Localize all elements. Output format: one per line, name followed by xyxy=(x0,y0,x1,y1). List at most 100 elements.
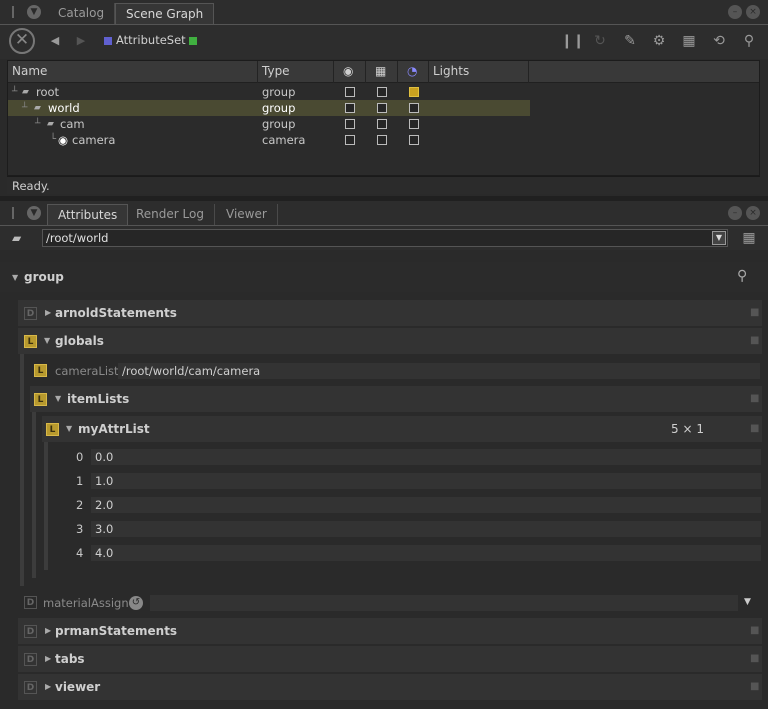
item-value-field[interactable]: 4.0 xyxy=(91,545,761,561)
panel-menu-icon[interactable]: ▼ xyxy=(27,5,41,19)
item-index: 0 xyxy=(76,450,84,464)
group-section[interactable]: ▼ group ⚲ xyxy=(0,262,768,292)
clapper-icon[interactable]: ▦ xyxy=(680,33,698,49)
lock-icon[interactable]: ■ xyxy=(750,654,760,664)
lock-icon[interactable]: ■ xyxy=(750,308,760,318)
visibility-checkbox[interactable] xyxy=(345,87,355,97)
lock-icon[interactable]: ■ xyxy=(750,394,760,404)
chevron-down-icon[interactable]: ▼ xyxy=(66,416,72,442)
section-globals[interactable]: L ▼ globals ■ xyxy=(18,328,762,354)
default-badge: D xyxy=(24,653,37,666)
attribute-set-label[interactable]: AttributeSet xyxy=(116,33,186,47)
render-checkbox[interactable] xyxy=(377,87,387,97)
light-checkbox[interactable] xyxy=(409,87,419,97)
column-light[interactable]: ◔ xyxy=(398,61,429,83)
tab-attributes[interactable]: Attributes xyxy=(47,204,129,225)
pause-icon[interactable]: ❙❙ xyxy=(561,33,584,49)
stop-icon[interactable]: ✕ xyxy=(9,28,35,54)
table-row[interactable]: └ ◉ camera camera xyxy=(8,132,530,148)
table-row[interactable]: ┴ ▰ root group xyxy=(8,84,530,100)
scene-graph-table: Name Type ◉ ▦ ◔ Lights ┴ ▰ root group ┴ … xyxy=(7,60,760,176)
gear-icon[interactable]: ⚙ xyxy=(650,33,668,49)
table-row[interactable]: ┴ ▰ cam group xyxy=(8,116,530,132)
lock-icon[interactable]: ■ xyxy=(750,336,760,346)
table-row[interactable]: ┴ ▰ world group xyxy=(8,100,530,116)
close-panel-icon[interactable]: × xyxy=(746,5,760,19)
light-checkbox[interactable] xyxy=(409,119,419,129)
top-panel-tabbar: ▼ Catalog Scene Graph – × xyxy=(0,0,768,24)
panel-menu-icon[interactable]: ▼ xyxy=(27,206,41,220)
column-visibility[interactable]: ◉ xyxy=(334,61,366,83)
light-checkbox[interactable] xyxy=(409,103,419,113)
section-tabs[interactable]: D ▶ tabs ■ xyxy=(18,646,762,672)
default-badge: D xyxy=(24,681,37,694)
panel-grip-icon[interactable] xyxy=(12,207,14,219)
path-input[interactable]: /root/world xyxy=(42,229,728,247)
column-name[interactable]: Name xyxy=(8,61,258,83)
tab-viewer[interactable]: Viewer xyxy=(216,204,278,225)
group-icon: ▰ xyxy=(12,231,22,245)
default-badge: D xyxy=(24,625,37,638)
camera-list-field[interactable]: /root/world/cam/camera xyxy=(118,363,760,379)
minimize-panel-icon[interactable]: – xyxy=(728,5,742,19)
chevron-down-icon[interactable]: ▼ xyxy=(712,231,726,245)
array-dimensions[interactable]: 5 × 1 xyxy=(671,416,704,442)
tab-scene-graph[interactable]: Scene Graph xyxy=(115,3,215,24)
section-item-lists[interactable]: L ▼ itemLists ■ xyxy=(30,386,762,412)
tab-render-log[interactable]: Render Log xyxy=(126,204,215,225)
search-icon[interactable]: ⚲ xyxy=(740,33,758,49)
chevron-down-icon[interactable]: ▼ xyxy=(12,273,18,282)
sync-icon[interactable]: ⟲ xyxy=(710,33,728,49)
column-type[interactable]: Type xyxy=(258,61,334,83)
material-assign-row: D materialAssign ↺ ▼ xyxy=(18,592,762,614)
tree-line-icon: └ xyxy=(50,134,57,145)
render-checkbox[interactable] xyxy=(377,119,387,129)
minimize-panel-icon[interactable]: – xyxy=(728,206,742,220)
panel-grip-icon[interactable] xyxy=(12,6,14,18)
visibility-checkbox[interactable] xyxy=(345,119,355,129)
chevron-right-icon[interactable]: ▶ xyxy=(45,618,51,644)
local-badge: L xyxy=(34,393,47,406)
item-value-field[interactable]: 2.0 xyxy=(91,497,761,513)
section-prman-statements[interactable]: D ▶ prmanStatements ■ xyxy=(18,618,762,644)
chevron-down-icon[interactable]: ▼ xyxy=(44,328,50,354)
section-viewer[interactable]: D ▶ viewer ■ xyxy=(18,674,762,700)
chevron-right-icon[interactable]: ▶ xyxy=(45,674,51,700)
column-lights[interactable]: Lights xyxy=(429,61,529,83)
tab-catalog[interactable]: Catalog xyxy=(48,3,116,24)
nesting-line xyxy=(44,442,48,570)
item-value-field[interactable]: 0.0 xyxy=(91,449,761,465)
chevron-down-icon[interactable]: ▼ xyxy=(744,597,751,607)
render-checkbox[interactable] xyxy=(377,103,387,113)
refresh-icon[interactable]: ↻ xyxy=(591,33,609,49)
color-swatch-blue xyxy=(104,37,112,45)
column-render[interactable]: ▦ xyxy=(366,61,398,83)
back-arrow-icon[interactable]: ◀ xyxy=(46,33,64,49)
section-arnold-statements[interactable]: D ▶ arnoldStatements ■ xyxy=(18,300,762,326)
lock-icon[interactable]: ■ xyxy=(750,626,760,636)
section-my-attr-list[interactable]: L ▼ myAttrList 5 × 1 ■ xyxy=(42,416,762,442)
reset-icon[interactable]: ↺ xyxy=(129,596,143,610)
camera-list-row: L cameraList /root/world/cam/camera xyxy=(30,361,762,383)
pencil-icon[interactable]: ✎ xyxy=(621,33,639,49)
clapper-icon: ▦ xyxy=(375,64,387,78)
visibility-checkbox[interactable] xyxy=(345,135,355,145)
render-checkbox[interactable] xyxy=(377,135,387,145)
item-value-field[interactable]: 3.0 xyxy=(91,521,761,537)
forward-arrow-icon[interactable]: ▶ xyxy=(72,33,90,49)
search-icon[interactable]: ⚲ xyxy=(737,268,747,284)
item-value-field[interactable]: 1.0 xyxy=(91,473,761,489)
lock-icon[interactable]: ■ xyxy=(750,682,760,692)
close-panel-icon[interactable]: × xyxy=(746,206,760,220)
lock-icon[interactable]: ■ xyxy=(750,424,760,434)
visibility-checkbox[interactable] xyxy=(345,103,355,113)
section-label: tabs xyxy=(55,652,85,666)
chevron-right-icon[interactable]: ▶ xyxy=(45,300,51,326)
light-checkbox[interactable] xyxy=(409,135,419,145)
local-badge: L xyxy=(46,423,59,436)
tree-line-icon: ┴ xyxy=(35,119,41,129)
chevron-down-icon[interactable]: ▼ xyxy=(55,386,61,412)
clapper-icon[interactable]: ▦ xyxy=(740,230,758,246)
material-assign-field[interactable] xyxy=(150,595,738,611)
chevron-right-icon[interactable]: ▶ xyxy=(45,646,51,672)
